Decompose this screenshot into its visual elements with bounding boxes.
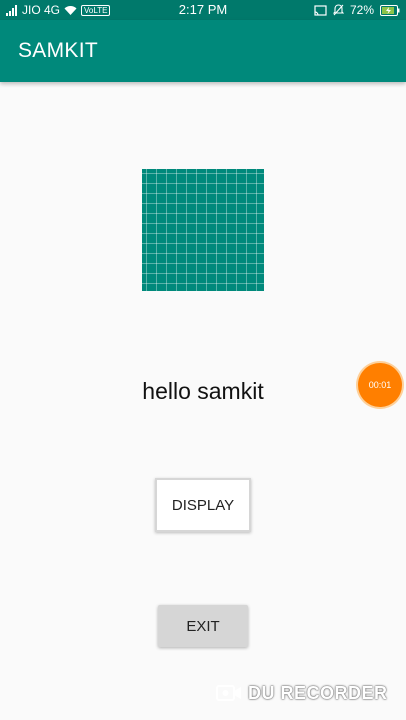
exit-button-label: EXIT bbox=[186, 617, 220, 635]
exit-button[interactable]: EXIT bbox=[158, 605, 248, 647]
recorder-timer: 00:01 bbox=[368, 380, 392, 390]
hello-text: hello samkit bbox=[142, 378, 264, 404]
watermark-text: DU RECORDER bbox=[248, 682, 388, 703]
recorder-watermark: DU RECORDER bbox=[216, 681, 388, 705]
video-camera-icon bbox=[216, 685, 241, 701]
display-button[interactable]: DISPLAY bbox=[155, 478, 251, 532]
app-title: SAMKIT bbox=[18, 39, 98, 62]
grid-image bbox=[142, 169, 264, 291]
recorder-bubble[interactable]: 00:01 bbox=[358, 363, 402, 407]
cast-icon bbox=[314, 4, 327, 16]
display-button-label: DISPLAY bbox=[171, 496, 235, 514]
app-bar: SAMKIT bbox=[0, 20, 406, 82]
battery-charging-icon bbox=[380, 4, 400, 16]
status-right: 72% bbox=[314, 0, 400, 20]
status-bar: JIO 4G VoLTE 2:17 PM 72% bbox=[0, 0, 406, 20]
bell-off-icon bbox=[332, 4, 344, 16]
battery-percent: 72% bbox=[349, 3, 374, 17]
